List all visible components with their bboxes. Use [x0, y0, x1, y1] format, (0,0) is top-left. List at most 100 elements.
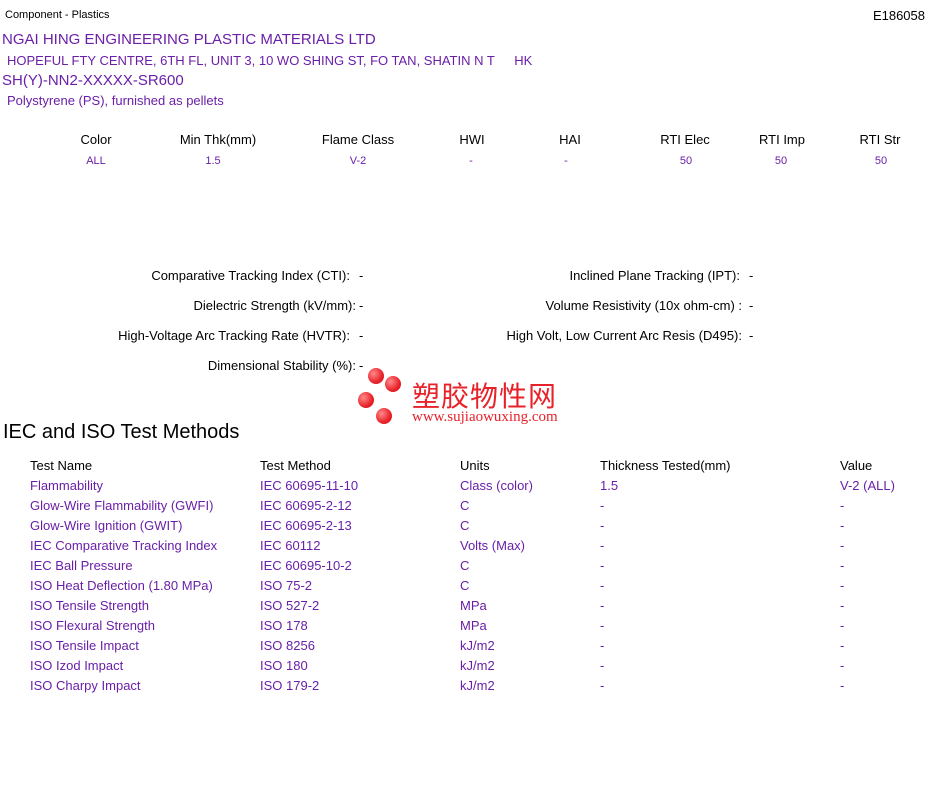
cell-test-name: ISO Izod Impact [30, 658, 124, 673]
cell-test-method: ISO 75-2 [260, 578, 313, 593]
table-row: Glow-Wire Ignition (GWIT) IEC 60695-2-13… [0, 518, 950, 538]
cell-thickness: - [600, 518, 605, 533]
logo-dot [358, 392, 374, 408]
cell-test-name: ISO Tensile Strength [30, 598, 149, 613]
cell-test-method: IEC 60695-2-12 [260, 498, 352, 513]
cell-value: - [840, 678, 845, 693]
cell-units: kJ/m2 [460, 658, 495, 673]
cell-units: C [460, 558, 470, 573]
cell-value: - [840, 658, 845, 673]
cell-value: - [840, 638, 845, 653]
rating-value-flame-class: V-2 [349, 155, 367, 167]
rating-value-hai: - [564, 155, 568, 167]
col-header-test-method: Test Method [260, 458, 331, 473]
cell-units: Volts (Max) [460, 538, 526, 553]
volume-resistivity-label: Volume Resistivity (10x ohm-cm) : [545, 298, 743, 313]
product-grade: SH(Y)-NN2-XXXXX-SR600 [2, 72, 184, 89]
cell-thickness: - [600, 638, 605, 653]
company-country: HK [514, 53, 533, 68]
cell-test-name: ISO Charpy Impact [30, 678, 141, 693]
cell-value: - [840, 598, 845, 613]
volume-resistivity-value: - [749, 298, 754, 313]
cell-units: MPa [460, 618, 487, 633]
rating-header-hai: HAI [559, 132, 581, 147]
table-row: IEC Ball Pressure IEC 60695-10-2 C - - [0, 558, 950, 578]
rating-header-min-thk: Min Thk(mm) [179, 132, 257, 147]
table-row: ISO Tensile Strength ISO 527-2 MPa - - [0, 598, 950, 618]
cti-label: Comparative Tracking Index (CTI): [151, 268, 350, 283]
cell-thickness: - [600, 678, 605, 693]
d495-label: High Volt, Low Current Arc Resis (D495): [506, 328, 742, 343]
hvtr-value: - [359, 328, 364, 343]
rating-header-color: Color [80, 132, 112, 147]
table-row: Glow-Wire Flammability (GWFI) IEC 60695-… [0, 498, 950, 518]
table-row: ISO Charpy Impact ISO 179-2 kJ/m2 - - [0, 678, 950, 698]
file-number: E186058 [872, 8, 925, 23]
company-street: HOPEFUL FTY CENTRE, 6TH FL, UNIT 3, 10 W… [7, 53, 495, 68]
cell-value: - [840, 578, 845, 593]
cell-test-name: ISO Flexural Strength [30, 618, 155, 633]
product-description: Polystyrene (PS), furnished as pellets [7, 93, 224, 108]
cell-thickness: - [600, 618, 605, 633]
company-name: NGAI HING ENGINEERING PLASTIC MATERIALS … [2, 31, 376, 48]
cell-units: kJ/m2 [460, 638, 495, 653]
component-type: Component - Plastics [5, 9, 110, 21]
col-header-value: Value [840, 458, 873, 473]
cell-thickness: - [600, 658, 605, 673]
table-row: ISO Flexural Strength ISO 178 MPa - - [0, 618, 950, 638]
col-header-test-name: Test Name [30, 458, 93, 473]
cell-test-name: Glow-Wire Flammability (GWFI) [30, 498, 214, 513]
cell-test-method: IEC 60695-2-13 [260, 518, 352, 533]
cell-test-name: Glow-Wire Ignition (GWIT) [30, 518, 183, 533]
cell-test-method: ISO 178 [260, 618, 308, 633]
logo-dot [376, 408, 392, 424]
cell-test-method: IEC 60695-10-2 [260, 558, 352, 573]
cell-thickness: 1.5 [600, 478, 619, 493]
table-row: ISO Tensile Impact ISO 8256 kJ/m2 - - [0, 638, 950, 658]
dimensional-stability-label: Dimensional Stability (%): [207, 358, 356, 373]
cti-value: - [359, 268, 364, 283]
cell-units: MPa [460, 598, 487, 613]
dimensional-stability-value: - [359, 358, 364, 373]
ipt-value: - [749, 268, 754, 283]
logo-dot [368, 368, 384, 384]
cell-test-method: ISO 179-2 [260, 678, 320, 693]
cell-value: - [840, 538, 845, 553]
cell-units: C [460, 498, 470, 513]
cell-test-name: Flammability [30, 478, 103, 493]
d495-value: - [749, 328, 754, 343]
col-header-units: Units [460, 458, 490, 473]
cell-thickness: - [600, 538, 605, 553]
dielectric-label: Dielectric Strength (kV/mm): [193, 298, 356, 313]
cell-test-method: IEC 60112 [260, 538, 321, 553]
rating-value-color: ALL [86, 155, 106, 167]
cell-value: - [840, 498, 845, 513]
rating-value-rti-str: 50 [874, 155, 888, 167]
table-row: ISO Heat Deflection (1.80 MPa) ISO 75-2 … [0, 578, 950, 598]
cell-test-method: ISO 180 [260, 658, 308, 673]
cell-test-name: IEC Ball Pressure [30, 558, 133, 573]
table-row: ISO Izod Impact ISO 180 kJ/m2 - - [0, 658, 950, 678]
table-row: IEC Comparative Tracking Index IEC 60112… [0, 538, 950, 558]
dielectric-value: - [359, 298, 364, 313]
cell-units: Class (color) [460, 478, 533, 493]
rating-header-flame-class: Flame Class [321, 132, 395, 147]
cell-thickness: - [600, 498, 605, 513]
cell-value: - [840, 618, 845, 633]
cell-units: kJ/m2 [460, 678, 495, 693]
cell-test-name: IEC Comparative Tracking Index [30, 538, 218, 553]
ipt-label: Inclined Plane Tracking (IPT): [569, 268, 740, 283]
cell-test-method: IEC 60695-11-10 [260, 478, 359, 493]
cell-thickness: - [600, 578, 605, 593]
cell-test-method: ISO 527-2 [260, 598, 320, 613]
cell-value: - [840, 518, 845, 533]
watermark-url: www.sujiaowuxing.com [412, 409, 558, 425]
company-address: HOPEFUL FTY CENTRE, 6TH FL, UNIT 3, 10 W… [7, 53, 532, 68]
cell-units: C [460, 578, 470, 593]
cell-units: C [460, 518, 470, 533]
rating-header-rti-str: RTI Str [859, 132, 901, 147]
cell-test-name: ISO Tensile Impact [30, 638, 139, 653]
cell-value: - [840, 558, 845, 573]
cell-value: V-2 (ALL) [840, 478, 895, 493]
cell-thickness: - [600, 558, 605, 573]
